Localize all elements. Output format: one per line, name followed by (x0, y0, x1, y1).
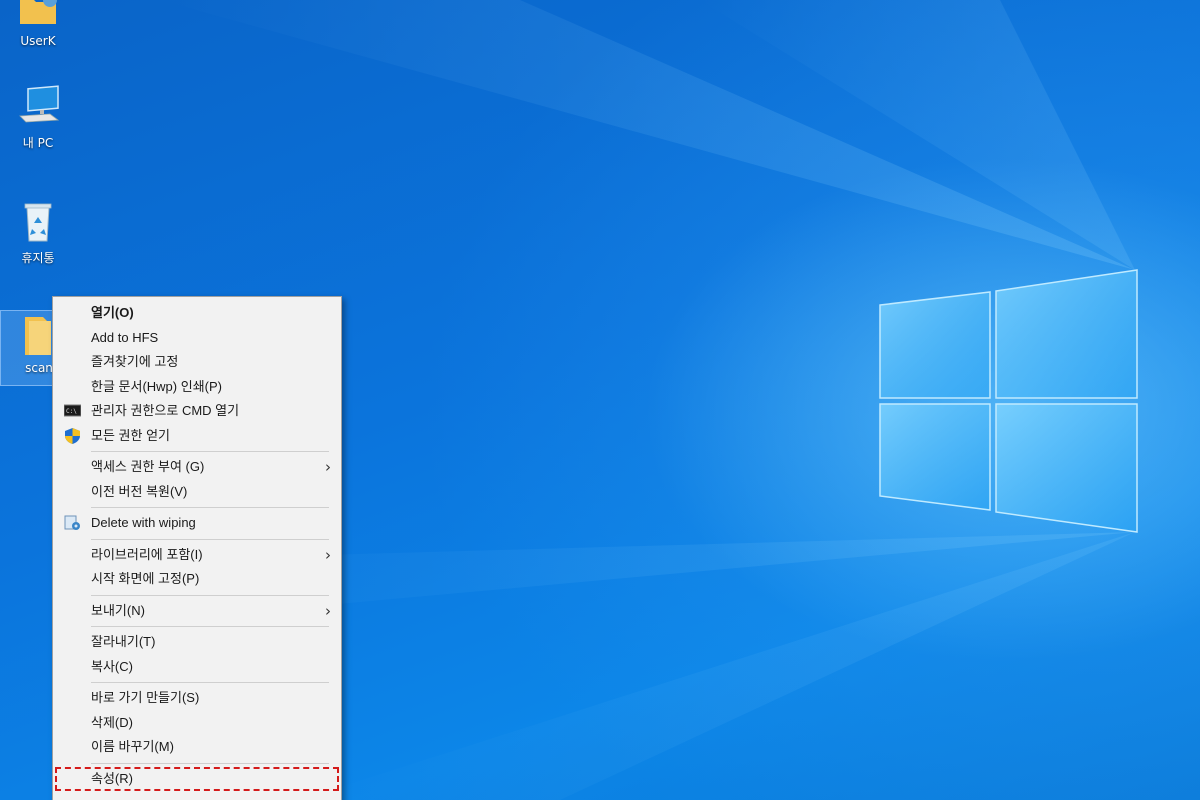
menu-separator (91, 626, 329, 627)
menu-item-take-ownership[interactable]: 모든 권한 얻기 (53, 424, 341, 449)
desktop-icon-label: UserK (20, 34, 56, 48)
menu-item-include-in-library[interactable]: 라이브러리에 포함(I) › (53, 543, 341, 568)
menu-separator (91, 538, 329, 540)
menu-item-label: 이전 버전 복원(V) (91, 483, 188, 499)
menu-item-label: 시작 화면에 고정(P) (91, 571, 200, 586)
computer-icon (19, 85, 60, 123)
menu-separator (91, 762, 329, 764)
menu-item-label: 모든 권한 얻기 (91, 427, 170, 443)
menu-separator (91, 594, 329, 596)
menu-item-label: Delete with wiping (91, 515, 196, 530)
menu-item-hwp-print[interactable]: 한글 문서(Hwp) 인쇄(P) (53, 375, 341, 400)
menu-item-delete[interactable]: 삭제(D) (53, 711, 341, 736)
menu-item-delete-with-wiping[interactable]: Delete with wiping (53, 511, 341, 536)
menu-item-pin-quick-access[interactable]: 즐겨찾기에 고정 (53, 350, 341, 375)
cmd-icon: C:\ (64, 404, 81, 417)
desktop-icon-label: scan (25, 361, 53, 375)
menu-item-label: 잘라내기(T) (91, 634, 156, 649)
menu-item-label: 보내기(N) (91, 602, 145, 618)
desktop-icon-label: 휴지통 (21, 251, 55, 265)
submenu-arrow-icon: › (325, 601, 331, 620)
desktop-icon-my-pc[interactable]: 내 PC (0, 84, 76, 151)
submenu-arrow-icon: › (325, 545, 331, 564)
menu-item-restore-previous[interactable]: 이전 버전 복원(V) (53, 480, 341, 505)
user-folder-icon (20, 0, 57, 24)
menu-item-label: Add to HFS (91, 329, 159, 345)
menu-item-label: 즐겨찾기에 고정 (91, 354, 179, 369)
menu-item-copy[interactable]: 복사(C) (53, 655, 341, 680)
menu-item-label: 삭제(D) (91, 714, 133, 730)
desktop-icon-userk[interactable]: UserK (0, 0, 76, 48)
menu-item-label: 액세스 권한 부여 (G) (91, 459, 205, 474)
menu-item-label: 복사(C) (91, 658, 133, 674)
menu-item-rename[interactable]: 이름 바꾸기(M) (53, 735, 341, 760)
menu-item-give-access[interactable]: 액세스 권한 부여 (G) › (53, 455, 341, 480)
menu-item-open[interactable]: 열기(O) (53, 301, 341, 326)
menu-item-add-to-hfs[interactable]: Add to HFS (53, 326, 341, 351)
menu-item-label: 열기(O) (91, 305, 134, 320)
menu-item-label: 관리자 권한으로 CMD 열기 (91, 403, 240, 418)
menu-separator (91, 451, 329, 452)
menu-item-label: 속성(R) (91, 770, 133, 786)
desktop-icon-recycle-bin[interactable]: 휴지통 (0, 199, 76, 266)
context-menu: 열기(O) Add to HFS 즐겨찾기에 고정 한글 문서(Hwp) 인쇄(… (52, 296, 342, 800)
wipe-gear-icon (64, 515, 80, 530)
menu-item-label: 바로 가기 만들기(S) (91, 690, 200, 705)
menu-item-cut[interactable]: 잘라내기(T) (53, 630, 341, 655)
uac-shield-icon (65, 427, 80, 444)
menu-item-properties[interactable]: 속성(R) (55, 766, 339, 791)
desktop-icon-label: 내 PC (22, 136, 54, 150)
menu-item-open-cmd-admin[interactable]: C:\ 관리자 권한으로 CMD 열기 (53, 399, 341, 424)
submenu-arrow-icon: › (325, 458, 331, 476)
menu-item-send-to[interactable]: 보내기(N) › (53, 599, 341, 624)
menu-item-label: 한글 문서(Hwp) 인쇄(P) (91, 378, 222, 394)
menu-separator (91, 682, 329, 683)
menu-item-label: 이름 바꾸기(M) (91, 739, 174, 754)
menu-item-pin-to-start[interactable]: 시작 화면에 고정(P) (53, 567, 341, 592)
menu-item-label: 라이브러리에 포함(I) (91, 546, 203, 562)
recycle-bin-icon (24, 203, 52, 242)
svg-text:C:\: C:\ (66, 408, 77, 415)
desktop-icon-scan-folder[interactable]: scan (0, 310, 58, 386)
menu-item-create-shortcut[interactable]: 바로 가기 만들기(S) (53, 686, 341, 711)
menu-separator (91, 507, 329, 508)
